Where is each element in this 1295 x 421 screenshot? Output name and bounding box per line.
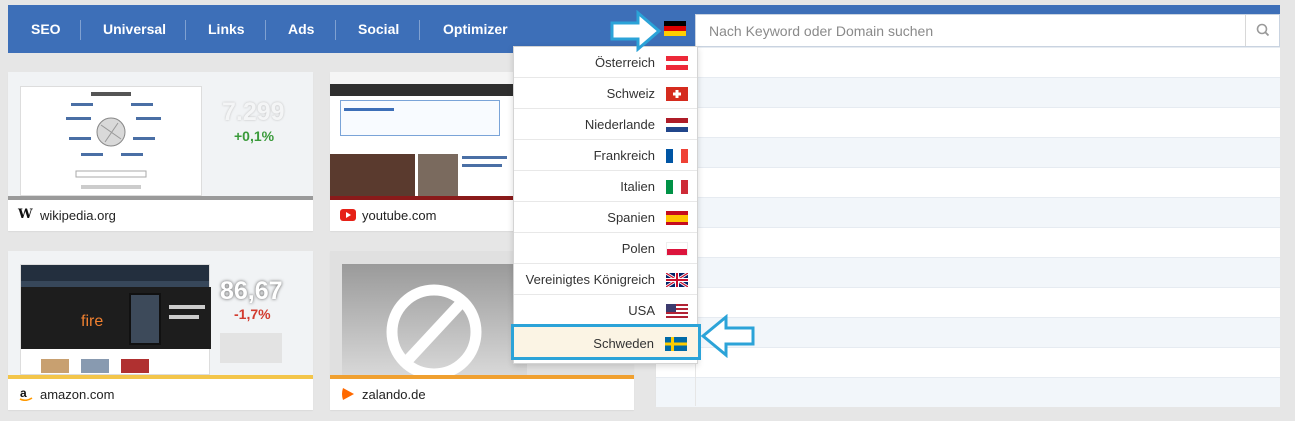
country-label: Frankreich [593, 148, 655, 163]
search-placeholder: Nach Keyword oder Domain suchen [709, 23, 934, 39]
country-label: USA [628, 303, 655, 318]
wikipedia-globe-image [66, 92, 161, 189]
zalando-icon [342, 388, 354, 400]
youtube-icon [340, 209, 356, 221]
site-card-amazon[interactable]: fire 86,67 -1,7% a amazon.com [8, 251, 313, 410]
country-dropdown: Österreich Schweiz Niederlande Frankreic… [511, 46, 701, 364]
country-option-austria[interactable]: Österreich [514, 47, 697, 78]
country-option-spain[interactable]: Spanien [514, 202, 697, 233]
nav-separator [80, 20, 81, 40]
france-flag-icon [666, 149, 688, 163]
amazon-page-preview: fire [20, 264, 211, 375]
search-icon [1256, 23, 1270, 37]
netherlands-flag-icon [666, 118, 688, 132]
amazon-icon: a [19, 387, 33, 401]
arrow-right-icon [610, 10, 662, 52]
country-label: Italien [620, 179, 655, 194]
card-domain[interactable]: zalando.de [362, 387, 426, 402]
blocked-content-icon [386, 284, 482, 375]
nav-item-ads[interactable]: Ads [288, 5, 314, 53]
nav-item-optimizer[interactable]: Optimizer [443, 5, 508, 53]
zalando-page-preview [342, 264, 527, 375]
germany-flag-icon[interactable] [664, 21, 686, 36]
site-screenshot: 7.299 +0,1% [8, 72, 313, 196]
table-row [656, 377, 1280, 407]
stat-change: +0,1% [234, 128, 275, 144]
card-domain[interactable]: amazon.com [40, 387, 114, 402]
stat-change: -1,7% [234, 306, 271, 322]
card-footer: W wikipedia.org [8, 200, 313, 231]
nav-separator [335, 20, 336, 40]
country-label: Vereinigtes Königreich [525, 272, 655, 287]
country-label: Österreich [595, 55, 655, 70]
nav-separator [419, 20, 420, 40]
stat-value: 86,67 [220, 277, 283, 305]
nav-item-social[interactable]: Social [358, 5, 399, 53]
card-footer: zalando.de [330, 379, 634, 410]
country-option-france[interactable]: Frankreich [514, 140, 697, 171]
search-button[interactable] [1245, 15, 1279, 46]
table-row [656, 287, 1280, 317]
poland-flag-icon [666, 242, 688, 256]
nav-item-universal[interactable]: Universal [103, 5, 166, 53]
country-label: Schweiz [606, 86, 655, 101]
usa-flag-icon [666, 304, 688, 318]
switzerland-flag-icon [666, 87, 688, 101]
country-label: Schweden [593, 336, 654, 351]
country-option-netherlands[interactable]: Niederlande [514, 109, 697, 140]
svg-text:a: a [20, 387, 27, 400]
table-row [656, 47, 1280, 77]
stat-value: 7.299 [222, 98, 285, 126]
country-option-sweden[interactable]: Schweden [511, 324, 701, 360]
country-label: Spanien [607, 210, 655, 225]
italy-flag-icon [666, 180, 688, 194]
table-row [656, 167, 1280, 197]
country-label: Niederlande [584, 117, 655, 132]
table-row [656, 227, 1280, 257]
wikipedia-page-preview [20, 86, 202, 196]
card-footer: a amazon.com [8, 379, 313, 410]
country-option-switzerland[interactable]: Schweiz [514, 78, 697, 109]
search-input[interactable]: Nach Keyword oder Domain suchen [695, 14, 1280, 47]
table-row [656, 257, 1280, 287]
sparkline-placeholder [220, 333, 282, 363]
country-option-united-kingdom[interactable]: Vereinigtes Königreich [514, 264, 697, 295]
nav-item-links[interactable]: Links [208, 5, 245, 53]
austria-flag-icon [666, 56, 688, 70]
country-option-italy[interactable]: Italien [514, 171, 697, 202]
table-row [656, 137, 1280, 167]
country-option-poland[interactable]: Polen [514, 233, 697, 264]
spain-flag-icon [666, 211, 688, 225]
sweden-flag-icon [665, 337, 687, 351]
table-row [656, 77, 1280, 107]
card-domain[interactable]: youtube.com [362, 208, 436, 223]
table-row [656, 107, 1280, 137]
site-screenshot: fire 86,67 -1,7% [8, 251, 313, 375]
wikipedia-icon: W [18, 207, 33, 222]
nav-separator [185, 20, 186, 40]
site-card-wikipedia[interactable]: 7.299 +0,1% W wikipedia.org [8, 72, 313, 231]
uk-flag-icon [666, 273, 688, 287]
nav-separator [265, 20, 266, 40]
country-option-usa[interactable]: USA [514, 295, 697, 326]
card-domain[interactable]: wikipedia.org [40, 208, 116, 223]
arrow-left-icon [700, 314, 755, 358]
nav-item-seo[interactable]: SEO [31, 5, 61, 53]
table-row [656, 197, 1280, 227]
country-label: Polen [621, 241, 655, 256]
youtube-page-preview [330, 84, 513, 196]
